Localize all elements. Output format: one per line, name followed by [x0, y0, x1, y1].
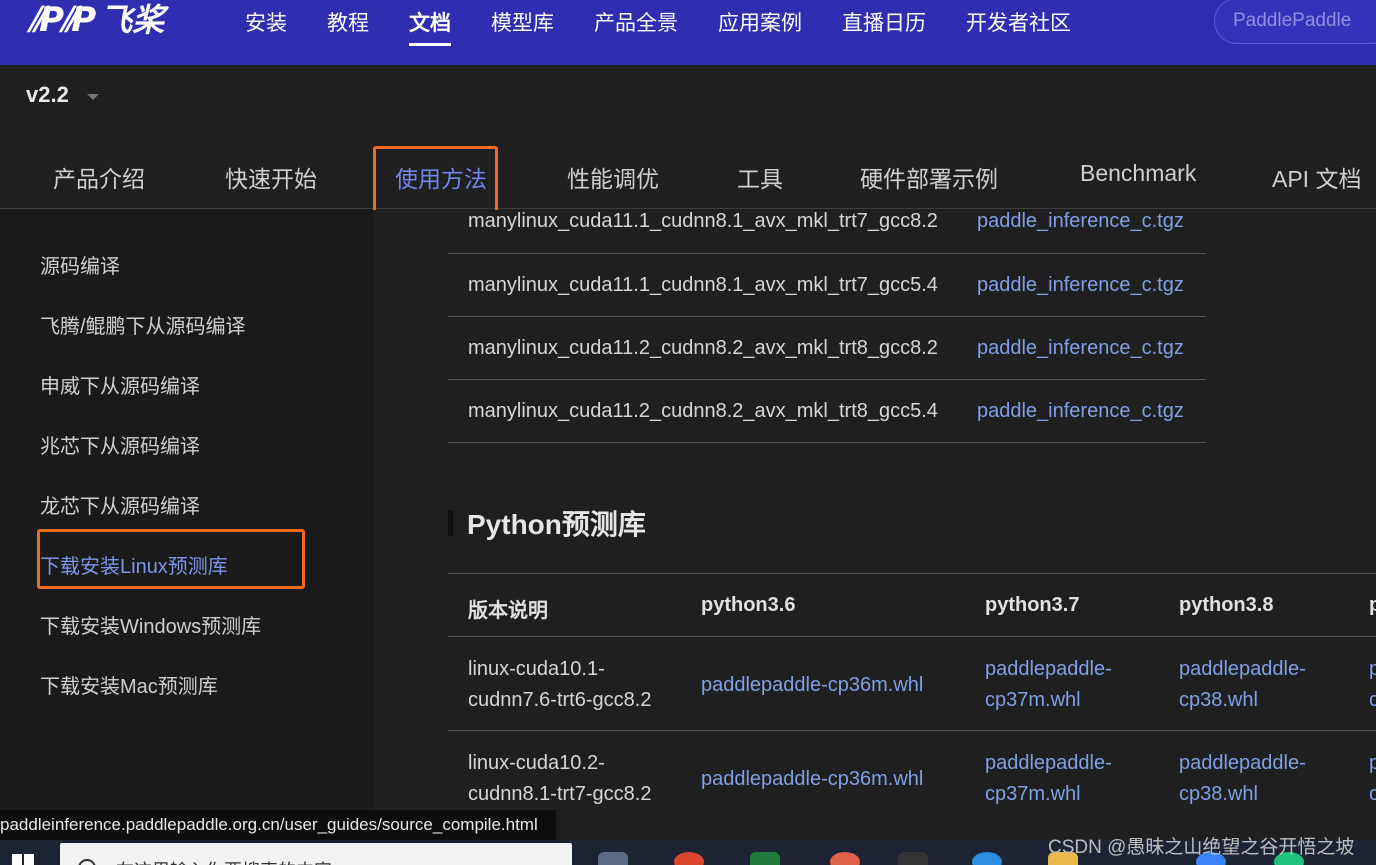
table-row: linux-cuda10.2- cudnn8.1-trt7-gcc8.2 pad… — [448, 731, 1376, 810]
cell-line: cudnn8.1-trt7-gcc8.2 — [468, 783, 652, 805]
download-link[interactable]: paddle_inference_c.tgz — [977, 210, 1184, 233]
version-label: v2.2 — [26, 82, 69, 107]
column-header: python3.7 — [985, 594, 1080, 616]
logo-text: 飞桨 — [100, 2, 165, 38]
taskbar-search-input[interactable]: 在这里输入你要搜索的内容 — [60, 843, 572, 865]
pycharm-icon[interactable] — [750, 852, 780, 865]
table-cell-version: linux-cuda10.1- cudnn7.6-trt6-gcc8.2 — [468, 654, 651, 716]
table-cell-version: linux-cuda10.2- cudnn8.1-trt7-gcc8.2 — [468, 748, 651, 810]
download-link[interactable]: paddlepaddle-cp36m.whl — [701, 670, 923, 701]
taskbar-search-placeholder: 在这里输入你要搜索的内容 — [116, 857, 332, 865]
chrome-icon[interactable] — [674, 852, 704, 865]
download-link[interactable]: paddlepaddle- cp37m.whl — [985, 654, 1112, 716]
search-icon — [78, 859, 96, 865]
table-cell-version: manylinux_cuda11.1_cudnn8.1_avx_mkl_trt7… — [468, 210, 938, 232]
table-row: manylinux_cuda11.2_cudnn8.2_avx_mkl_trt8… — [448, 317, 1206, 380]
sidebar-item-mac-lib[interactable]: 下载安装Mac预测库 — [40, 670, 218, 699]
calculator-icon[interactable] — [598, 852, 628, 865]
section-title: Python预测库 — [467, 509, 646, 540]
main-nav: 安装 教程 文档 模型库 产品全景 应用案例 直播日历 开发者社区 — [245, 10, 1111, 46]
cell-line: p — [1369, 658, 1376, 680]
heading-bar — [448, 510, 453, 536]
table-cell-version: manylinux_cuda11.2_cudnn8.2_avx_mkl_trt8… — [468, 400, 938, 422]
tab-hardware-deploy[interactable]: 硬件部署示例 — [860, 160, 998, 194]
doc-tabs: 产品介绍 快速开始 使用方法 性能调优 工具 硬件部署示例 Benchmark … — [0, 140, 1376, 209]
status-bar-url: paddleinference.paddlepaddle.org.cn/user… — [0, 810, 556, 840]
sidebar-item-windows-lib[interactable]: 下载安装Windows预测库 — [40, 610, 261, 639]
tab-benchmark[interactable]: Benchmark — [1080, 160, 1196, 187]
download-link[interactable]: paddle_inference_c.tgz — [977, 337, 1184, 360]
download-link[interactable]: paddlepaddle-cp36m.whl — [701, 764, 923, 795]
watermark-text: CSDN @愚昧之山绝望之谷开悟之坡 — [1048, 837, 1355, 858]
sidebar-item-phytium-kunpeng[interactable]: 飞腾/鲲鹏下从源码编译 — [40, 310, 246, 339]
cell-line: c — [1369, 783, 1376, 805]
download-link[interactable]: p c — [1369, 654, 1376, 716]
nav-item-models[interactable]: 模型库 — [491, 10, 554, 38]
windows-start-icon[interactable] — [12, 854, 36, 865]
nav-item-install[interactable]: 安装 — [245, 10, 287, 38]
cell-line: c — [1369, 689, 1376, 711]
nav-item-products[interactable]: 产品全景 — [594, 10, 678, 38]
cell-line: linux-cuda10.1- — [468, 658, 605, 680]
paddle-logo[interactable]: ⫽P⫽P 飞桨 — [28, 0, 164, 40]
cell-line: cp38.whl — [1179, 689, 1258, 711]
cell-line: p — [1369, 752, 1376, 774]
column-header: python3.6 — [701, 594, 796, 616]
table-header: 版本说明 python3.6 python3.7 python3.8 p — [448, 574, 1376, 637]
download-link[interactable]: p c — [1369, 748, 1376, 810]
tab-tools[interactable]: 工具 — [737, 160, 783, 194]
cell-line: linux-cuda10.2- — [468, 752, 605, 774]
cell-line: cp37m.whl — [985, 783, 1081, 805]
column-header: 版本说明 — [468, 600, 548, 622]
table-row: manylinux_cuda11.2_cudnn8.2_avx_mkl_trt8… — [448, 380, 1206, 443]
sidebar-item-loongson[interactable]: 龙芯下从源码编译 — [40, 490, 200, 519]
sidebar-item-source-compile[interactable]: 源码编译 — [40, 250, 120, 279]
top-navbar: ⫽P⫽P 飞桨 安装 教程 文档 模型库 产品全景 应用案例 直播日历 开发者社… — [0, 0, 1376, 65]
version-selector[interactable]: v2.2 — [26, 82, 99, 108]
cell-line: paddlepaddle- — [1179, 658, 1306, 680]
sidebar: 源码编译 飞腾/鲲鹏下从源码编译 申威下从源码编译 兆芯下从源码编译 龙芯下从源… — [0, 210, 373, 810]
search-input[interactable]: PaddlePaddle — [1214, 0, 1376, 44]
download-link[interactable]: paddlepaddle- cp38.whl — [1179, 748, 1306, 810]
nav-item-cases[interactable]: 应用案例 — [718, 10, 802, 38]
table-row: manylinux_cuda11.1_cudnn8.1_avx_mkl_trt7… — [448, 210, 1206, 254]
nav-item-tutorial[interactable]: 教程 — [327, 10, 369, 38]
cell-line: paddlepaddle- — [985, 658, 1112, 680]
column-header: p — [1369, 594, 1376, 616]
nav-item-live[interactable]: 直播日历 — [842, 10, 926, 38]
table-cell-version: manylinux_cuda11.2_cudnn8.2_avx_mkl_trt8… — [468, 337, 938, 359]
nav-item-community[interactable]: 开发者社区 — [966, 10, 1071, 38]
paddle-logo-icon: ⫽P⫽P — [28, 0, 96, 40]
sidebar-highlight-box — [37, 529, 305, 589]
python-library-table: 版本说明 python3.6 python3.7 python3.8 p lin… — [448, 573, 1376, 810]
table-row: manylinux_cuda11.1_cudnn8.1_avx_mkl_trt7… — [448, 254, 1206, 317]
sidebar-item-zhaoxin[interactable]: 兆芯下从源码编译 — [40, 430, 200, 459]
cell-line: paddlepaddle- — [1179, 752, 1306, 774]
python-section-heading: Python预测库 — [448, 503, 646, 543]
column-header: python3.8 — [1179, 594, 1274, 616]
cell-line: cp38.whl — [1179, 783, 1258, 805]
tab-performance[interactable]: 性能调优 — [567, 160, 659, 194]
download-link[interactable]: paddle_inference_c.tgz — [977, 400, 1184, 423]
cell-line: cp37m.whl — [985, 689, 1081, 711]
download-link[interactable]: paddlepaddle- cp38.whl — [1179, 654, 1306, 716]
c-library-table: manylinux_cuda11.1_cudnn8.1_avx_mkl_trt7… — [448, 210, 1206, 443]
nav-item-docs[interactable]: 文档 — [409, 10, 451, 46]
tab-product-intro[interactable]: 产品介绍 — [53, 160, 145, 194]
tab-api-docs[interactable]: API 文档 — [1272, 160, 1361, 194]
cell-line: cudnn7.6-trt6-gcc8.2 — [468, 689, 652, 711]
telegram-icon[interactable] — [972, 852, 1002, 865]
tab-quick-start[interactable]: 快速开始 — [225, 160, 317, 194]
terminal-icon[interactable] — [898, 852, 928, 865]
download-link[interactable]: paddlepaddle- cp37m.whl — [985, 748, 1112, 810]
cell-line: paddlepaddle- — [985, 752, 1112, 774]
app-icon[interactable] — [830, 852, 860, 865]
main-content: manylinux_cuda11.1_cudnn8.1_avx_mkl_trt7… — [373, 210, 1376, 810]
download-link[interactable]: paddle_inference_c.tgz — [977, 274, 1184, 297]
sidebar-item-sunway[interactable]: 申威下从源码编译 — [40, 370, 200, 399]
table-cell-version: manylinux_cuda11.1_cudnn8.1_avx_mkl_trt7… — [468, 274, 938, 296]
table-row: linux-cuda10.1- cudnn7.6-trt6-gcc8.2 pad… — [448, 637, 1376, 731]
chevron-down-icon — [86, 94, 99, 100]
